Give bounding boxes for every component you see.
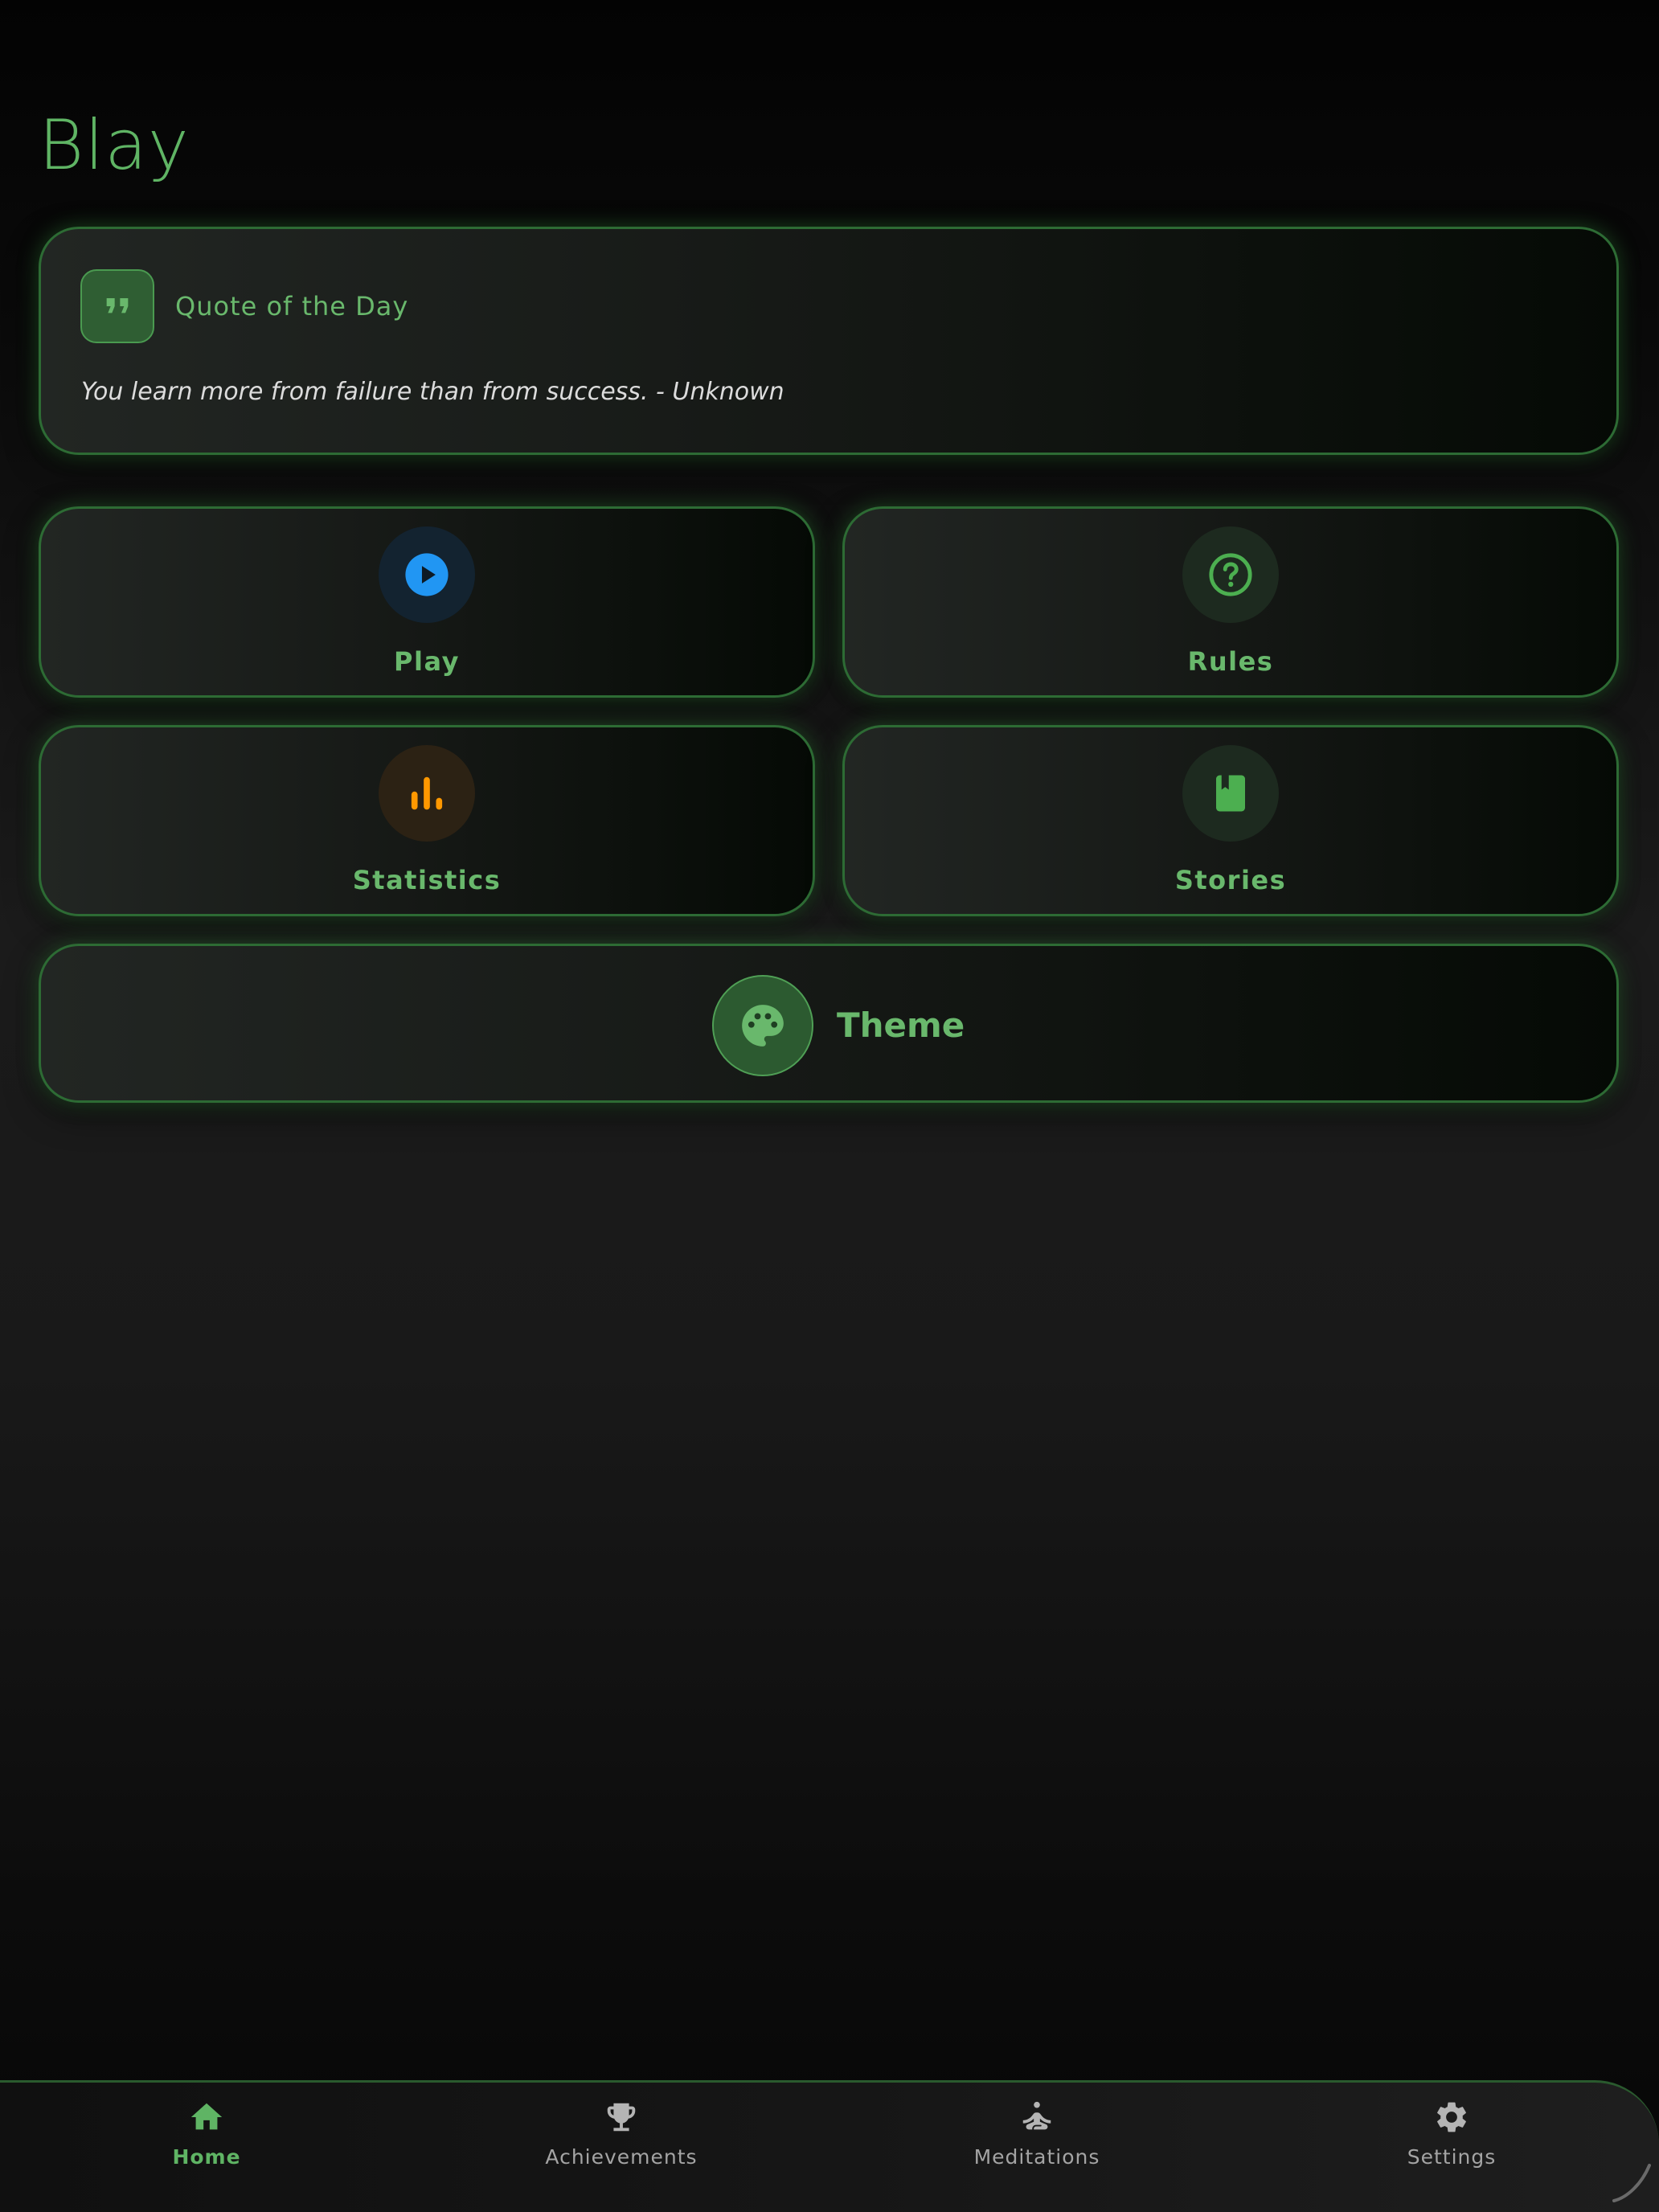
quote-text: You learn more from failure than from su… bbox=[81, 378, 784, 406]
theme-button[interactable]: Theme bbox=[39, 944, 1619, 1103]
meditation-icon bbox=[1022, 2101, 1051, 2130]
home-icon bbox=[190, 2103, 223, 2130]
bar-chart-icon bbox=[379, 745, 475, 842]
stories-button[interactable]: Stories bbox=[842, 725, 1619, 916]
nav-item-settings[interactable]: Settings bbox=[1331, 2099, 1572, 2187]
nav-item-home[interactable]: Home bbox=[86, 2099, 327, 2187]
bottom-navigation-bar: Home Achievements Meditations Settings bbox=[0, 2080, 1659, 2212]
gear-icon bbox=[1437, 2102, 1466, 2132]
stories-label: Stories bbox=[1174, 865, 1287, 895]
nav-item-meditations[interactable]: Meditations bbox=[916, 2099, 1157, 2187]
theme-label: Theme bbox=[837, 1006, 965, 1045]
app-title: Blay bbox=[39, 105, 190, 186]
help-circle-icon bbox=[1182, 526, 1279, 623]
format-quote-icon bbox=[80, 269, 154, 343]
quote-of-the-day-card: Quote of the Day You learn more from fai… bbox=[39, 227, 1619, 455]
nav-label-meditations: Meditations bbox=[973, 2145, 1100, 2169]
play-circle-icon bbox=[379, 526, 475, 623]
play-button[interactable]: Play bbox=[39, 506, 815, 698]
nav-label-home: Home bbox=[172, 2145, 241, 2169]
rules-label: Rules bbox=[1187, 646, 1274, 677]
resize-handle-icon[interactable] bbox=[1611, 2162, 1653, 2204]
statistics-button[interactable]: Statistics bbox=[39, 725, 815, 916]
statistics-label: Statistics bbox=[352, 865, 502, 895]
rules-button[interactable]: Rules bbox=[842, 506, 1619, 698]
play-label: Play bbox=[394, 646, 460, 677]
nav-label-settings: Settings bbox=[1407, 2145, 1497, 2169]
nav-label-achievements: Achievements bbox=[545, 2145, 698, 2169]
nav-item-achievements[interactable]: Achievements bbox=[501, 2099, 742, 2187]
trophy-icon bbox=[607, 2103, 636, 2132]
book-icon bbox=[1182, 745, 1279, 842]
palette-icon bbox=[712, 975, 813, 1076]
quote-title: Quote of the Day bbox=[175, 291, 409, 322]
